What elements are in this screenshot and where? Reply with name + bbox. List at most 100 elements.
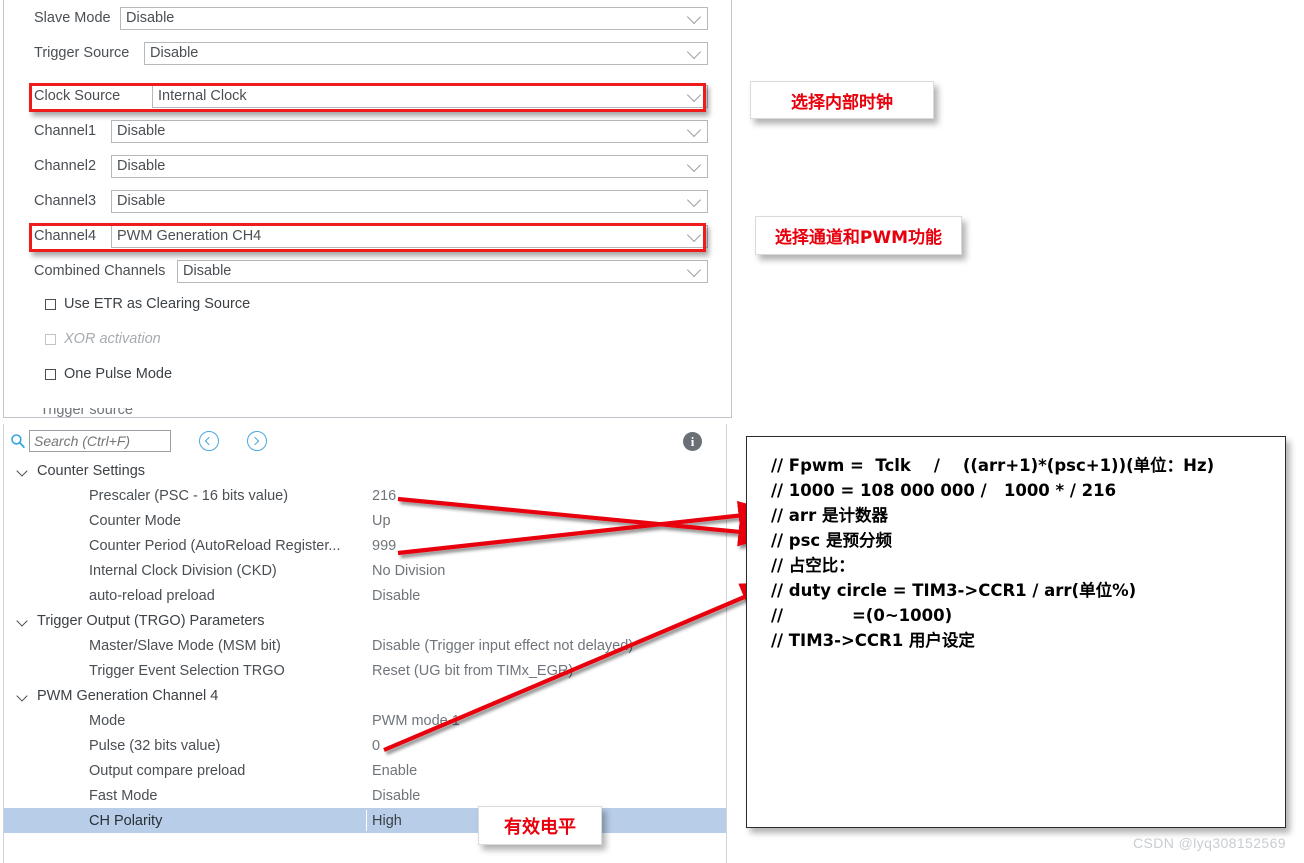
tree-item-master-slave-mode-msm-bit[interactable]: Master/Slave Mode (MSM bit) Disable (Trig… bbox=[4, 633, 726, 658]
chevron-down-icon bbox=[686, 9, 702, 25]
checkbox-label: Use ETR as Clearing Source bbox=[64, 296, 251, 312]
config-row-label: Channel3 bbox=[34, 193, 97, 209]
tree-item-label: Prescaler (PSC - 16 bits value) bbox=[89, 487, 289, 504]
watermark: CSDN @lyq308152569 bbox=[1133, 835, 1286, 851]
pwm-formula-line-2: // 1000 = 108 000 000 / 1000 * / 216 bbox=[771, 481, 1117, 500]
config-row-value: Disable bbox=[150, 45, 199, 61]
tree-group-counter-settings[interactable]: Counter Settings bbox=[4, 458, 726, 483]
config-row-slave-mode: Slave Mode Disable bbox=[34, 3, 708, 33]
pwm-formula-line-7: // =(0~1000) bbox=[771, 606, 953, 625]
tree-item-value[interactable]: Reset (UG bit from TIMx_EGR) bbox=[372, 663, 573, 679]
chevron-down-icon bbox=[686, 122, 702, 138]
tree-item-value[interactable]: 999 bbox=[372, 538, 396, 554]
checkbox-label: One Pulse Mode bbox=[64, 366, 173, 382]
config-row-channel3: Channel3 Disable bbox=[34, 186, 708, 216]
tree-item-internal-clock-division-ckd[interactable]: Internal Clock Division (CKD) No Division bbox=[4, 558, 726, 583]
tree-item-value[interactable]: Up bbox=[372, 513, 391, 529]
tree-item-label: Pulse (32 bits value) bbox=[89, 737, 221, 754]
tree-item-label: Internal Clock Division (CKD) bbox=[89, 562, 277, 579]
tree-group-trigger-output-trgo-parameters[interactable]: Trigger Output (TRGO) Parameters bbox=[4, 608, 726, 633]
tree-search-toolbar: i bbox=[4, 424, 726, 458]
tree-item-value[interactable]: 0 bbox=[372, 738, 380, 754]
tree-group-label: PWM Generation Channel 4 bbox=[37, 687, 219, 704]
pwm-formula-note: // Fpwm = Tclk / ((arr+1)*(psc+1))(单位：Hz… bbox=[746, 436, 1286, 828]
tree-item-counter-mode[interactable]: Counter Mode Up bbox=[4, 508, 726, 533]
search-input[interactable] bbox=[30, 430, 170, 452]
config-row-dropdown[interactable]: Disable bbox=[177, 259, 708, 283]
chevron-down-icon bbox=[686, 227, 702, 243]
tree-item-output-compare-preload[interactable]: Output compare preload Enable bbox=[4, 758, 726, 783]
pwm-formula-line-5: // 占空比： bbox=[771, 556, 855, 575]
tree-item-value[interactable]: PWM mode 1 bbox=[372, 713, 460, 729]
tree-item-label: Output compare preload bbox=[89, 762, 246, 779]
tree-item-label: auto-reload preload bbox=[89, 587, 215, 604]
timer-parameter-tree-panel: i Counter Settings Prescaler (PSC - 16 bi… bbox=[3, 424, 727, 863]
tree-item-value[interactable]: 216 bbox=[372, 488, 396, 504]
annotation-clock-source: 选择内部时钟 bbox=[750, 81, 934, 119]
config-row-label: Combined Channels bbox=[34, 263, 166, 279]
tree-item-value[interactable]: High bbox=[372, 813, 402, 829]
tree-item-prescaler-psc-16-bits-value[interactable]: Prescaler (PSC - 16 bits value) 216 bbox=[4, 483, 726, 508]
config-row-combined-channels: Combined Channels Disable bbox=[34, 256, 708, 286]
config-row-value: Internal Clock bbox=[158, 88, 247, 104]
config-row-dropdown[interactable]: Disable bbox=[144, 41, 708, 65]
config-row-label: Channel4 bbox=[34, 228, 97, 244]
checkbox-row-use-etr-as-clearing-source[interactable]: Use ETR as Clearing Source bbox=[45, 294, 250, 314]
info-icon[interactable]: i bbox=[683, 432, 702, 451]
checkbox-row-xor-activation: XOR activation bbox=[45, 329, 161, 349]
timer-configuration-panel: Slave Mode Disable Trigger Source Disable Cl… bbox=[3, 0, 732, 418]
config-row-channel2: Channel2 Disable bbox=[34, 151, 708, 181]
checkbox-label: XOR activation bbox=[64, 331, 161, 347]
tree-item-counter-period-autoreload-register[interactable]: Counter Period (AutoReload Register... 99… bbox=[4, 533, 726, 558]
annotation-ch-polarity: 有效电平 bbox=[478, 806, 602, 845]
checkbox-row-one-pulse-mode[interactable]: One Pulse Mode bbox=[45, 364, 172, 384]
config-row-dropdown[interactable]: PWM Generation CH4 bbox=[111, 224, 708, 248]
selection-divider bbox=[366, 810, 367, 831]
tree-item-mode[interactable]: Mode PWM mode 1 bbox=[4, 708, 726, 733]
config-row-dropdown[interactable]: Internal Clock bbox=[152, 84, 708, 108]
tree-item-value[interactable]: Enable bbox=[372, 763, 417, 779]
clipped-partial-row: Trigger source bbox=[40, 408, 340, 418]
tree-item-value[interactable]: No Division bbox=[372, 563, 445, 579]
tree-item-value[interactable]: Disable (Trigger input effect not delaye… bbox=[372, 638, 633, 654]
checkbox-icon[interactable] bbox=[45, 298, 56, 310]
search-input-wrapper[interactable] bbox=[29, 430, 171, 452]
tree-item-value[interactable]: Disable bbox=[372, 788, 420, 804]
tree-item-label: Fast Mode bbox=[89, 787, 158, 804]
chevron-right-circle-icon[interactable] bbox=[247, 431, 267, 451]
tree-item-pulse-32-bits-value[interactable]: Pulse (32 bits value) 0 bbox=[4, 733, 726, 758]
chevron-down-icon bbox=[686, 87, 702, 103]
pwm-formula-line-3: // arr 是计数器 bbox=[771, 506, 888, 525]
config-row-dropdown[interactable]: Disable bbox=[111, 189, 708, 213]
pwm-formula-line-1: // Fpwm = Tclk / ((arr+1)*(psc+1))(单位：Hz… bbox=[771, 456, 1215, 475]
tree-item-label: Mode bbox=[89, 712, 126, 729]
chevron-down-icon bbox=[686, 192, 702, 208]
tree-item-trigger-event-selection-trgo[interactable]: Trigger Event Selection TRGO Reset (UG bi… bbox=[4, 658, 726, 683]
config-row-value: Disable bbox=[117, 158, 166, 174]
tree-group-label: Trigger Output (TRGO) Parameters bbox=[37, 612, 265, 629]
config-row-dropdown[interactable]: Disable bbox=[120, 6, 708, 30]
tree-item-value[interactable]: Disable bbox=[372, 588, 420, 604]
checkbox-icon bbox=[45, 333, 56, 345]
config-row-dropdown[interactable]: Disable bbox=[111, 119, 708, 143]
config-row-label: Channel1 bbox=[34, 123, 97, 139]
config-row-trigger-source: Trigger Source Disable bbox=[34, 38, 708, 68]
config-row-value: Disable bbox=[183, 263, 232, 279]
tree-item-label: Counter Mode bbox=[89, 512, 181, 529]
tree-group-pwm-generation-channel-4[interactable]: PWM Generation Channel 4 bbox=[4, 683, 726, 708]
chevron-down-icon[interactable] bbox=[16, 465, 28, 477]
chevron-down-icon[interactable] bbox=[16, 615, 28, 627]
tree-item-fast-mode[interactable]: Fast Mode Disable bbox=[4, 783, 726, 808]
checkbox-icon[interactable] bbox=[45, 368, 56, 380]
pwm-formula-line-6: // duty circle = TIM3->CCR1 / arr(单位%) bbox=[771, 581, 1137, 600]
config-row-label: Clock Source bbox=[34, 88, 121, 104]
config-row-value: Disable bbox=[126, 10, 175, 26]
chevron-down-icon[interactable] bbox=[16, 690, 28, 702]
chevron-down-icon bbox=[686, 44, 702, 60]
chevron-left-circle-icon[interactable] bbox=[199, 431, 219, 451]
tree-item-label: Trigger Event Selection TRGO bbox=[89, 662, 285, 679]
tree-item-ch-polarity[interactable]: CH Polarity High bbox=[4, 808, 726, 833]
config-row-channel4: Channel4 PWM Generation CH4 bbox=[34, 221, 708, 251]
tree-item-auto-reload-preload[interactable]: auto-reload preload Disable bbox=[4, 583, 726, 608]
config-row-dropdown[interactable]: Disable bbox=[111, 154, 708, 178]
